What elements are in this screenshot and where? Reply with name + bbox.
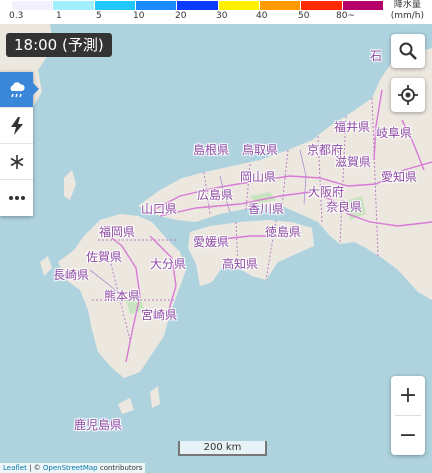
layer-selector <box>0 72 39 216</box>
legend-tick: 50 <box>298 11 310 21</box>
legend-tick: 10 <box>133 11 145 21</box>
attribution-tail: contributors <box>97 464 143 472</box>
prefecture-label: 山口県 <box>141 202 178 216</box>
legend-swatch <box>94 1 136 10</box>
legend-tick: 1 <box>56 11 62 21</box>
legend-unit: 降水量 (mm/h) <box>391 0 424 22</box>
search-icon <box>399 42 417 60</box>
legend-swatch <box>53 1 95 10</box>
crosshair-icon <box>398 85 418 105</box>
prefecture-label: 岡山県 <box>240 170 277 184</box>
forecast-time-label: 18:00 (予測) <box>6 33 112 57</box>
legend-swatch <box>259 1 302 10</box>
prefecture-label: 岐阜県 <box>376 126 413 140</box>
search-button[interactable] <box>391 34 425 68</box>
legend-tick: 5 <box>96 11 102 21</box>
legend-unit-text: (mm/h) <box>390 11 424 21</box>
legend-swatch <box>301 1 343 10</box>
prefecture-label: 滋賀県 <box>335 155 372 169</box>
legend-tick: 20 <box>175 11 187 21</box>
legend-tick: 40 <box>256 11 268 21</box>
attribution-separator: | © <box>26 464 43 472</box>
prefecture-label: 島根県 <box>193 143 230 157</box>
legend-swatch <box>342 1 384 10</box>
prefecture-label: 熊本県 <box>104 289 141 303</box>
prefecture-label: 愛知県 <box>381 170 418 184</box>
prefecture-label: 佐賀県 <box>86 250 123 264</box>
prefecture-label: 鳥取県 <box>242 143 279 157</box>
layer-more-button[interactable] <box>0 180 33 215</box>
leaflet-link[interactable]: Leaflet <box>3 464 27 472</box>
prefecture-label: 徳島県 <box>265 225 302 239</box>
prefecture-label: 福井県 <box>334 120 371 134</box>
lightning-icon <box>10 116 23 135</box>
layer-lightning-button[interactable] <box>0 108 33 144</box>
map-attribution: Leaflet | © OpenStreetMap contributors <box>0 463 146 473</box>
legend-swatch <box>177 1 219 10</box>
zoom-in-button[interactable]: + <box>391 376 425 415</box>
locate-button[interactable] <box>391 78 425 112</box>
legend-tick: 80~ <box>336 11 355 21</box>
zoom-control: + − <box>391 376 425 455</box>
precipitation-legend: 0.3 1 5 10 20 30 40 50 80~ 降水量 (mm/h) <box>0 0 432 24</box>
legend-unit-title: 降水量 <box>393 0 421 10</box>
prefecture-label: 愛媛県 <box>193 235 230 249</box>
prefecture-label: 宮崎県 <box>141 308 178 322</box>
legend-swatch <box>135 1 178 10</box>
legend-swatch <box>12 1 54 10</box>
prefecture-label: 香川県 <box>248 202 285 216</box>
layer-rain-button[interactable] <box>0 72 39 108</box>
prefecture-label: 石 <box>370 49 383 63</box>
legend-ticks: 0.3 1 5 10 20 30 40 50 80~ <box>0 11 400 23</box>
prefecture-label: 高知県 <box>222 257 259 271</box>
prefecture-label: 奈良県 <box>326 200 363 214</box>
osm-link[interactable]: OpenStreetMap <box>43 464 98 472</box>
prefecture-label: 広島県 <box>197 188 234 202</box>
legend-swatch <box>218 1 260 10</box>
legend-color-scale <box>12 1 384 10</box>
more-icon <box>8 195 25 200</box>
prefecture-label: 大分県 <box>150 257 187 271</box>
legend-tick: 0.3 <box>9 11 24 21</box>
rain-cloud-icon <box>10 81 25 97</box>
legend-tick: 30 <box>216 11 228 21</box>
snowflake-icon <box>10 154 23 169</box>
prefecture-label: 福岡県 <box>99 225 136 239</box>
scale-bar: 200 km <box>178 441 267 456</box>
prefecture-label: 鹿児島県 <box>74 418 123 432</box>
layer-snow-button[interactable] <box>0 144 33 180</box>
zoom-out-button[interactable]: − <box>391 416 425 455</box>
prefecture-label: 長崎県 <box>53 268 90 282</box>
